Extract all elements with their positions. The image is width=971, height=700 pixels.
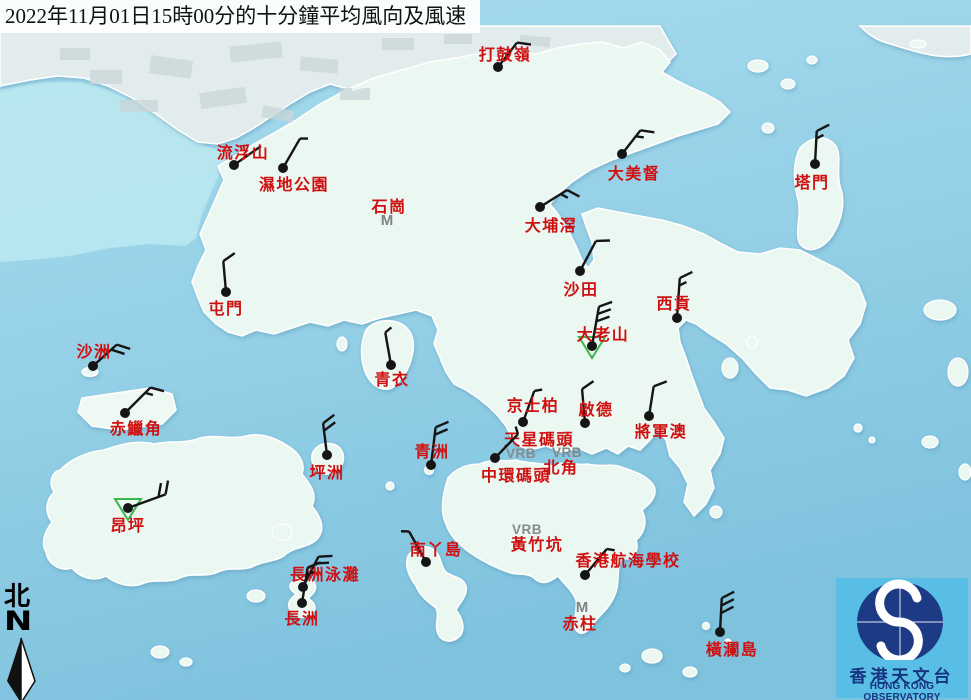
station-dot [322,450,332,460]
station-label: 赤柱 [562,614,597,633]
station-label: 西貢 [656,295,691,313]
station-label: 石崗 [370,197,406,216]
station-label: 青洲 [414,442,449,461]
station-label: 沙洲 [76,343,111,361]
station-label: 沙田 [563,281,598,299]
north-letter-label: N [4,610,59,634]
station-dot [426,460,436,470]
wind-barb-tick [534,390,542,391]
station-dot [672,313,682,323]
station-label: 赤鱲角 [110,419,163,438]
hko-typhoon-icon [836,578,968,660]
station-label: 啟德 [578,400,613,419]
station-label: 濕地公園 [259,175,329,194]
station-label: 大美督 [608,164,661,183]
station-label: 橫瀾島 [706,640,759,659]
station-dot [123,503,133,513]
station-label: 南丫島 [410,540,463,559]
hko-name-english: HONG KONG OBSERVATORY [836,681,968,700]
station-label: 坪洲 [309,464,344,482]
station-label: 塔門 [794,173,829,192]
station-label: 青衣 [374,370,409,389]
station-dot [810,159,820,169]
station-dot [617,149,627,159]
compass-needle-icon [4,636,44,700]
station-label: 長洲泳灘 [290,565,360,584]
station-label: 將軍澳 [635,422,688,441]
station-dot [490,453,500,463]
north-compass: 北 N [4,584,48,700]
station-dot [120,408,130,418]
station-label: 香港航海學校 [574,551,680,570]
station-dot [580,570,590,580]
station-label: 長洲 [284,610,319,628]
wind-barb-tick [636,136,644,137]
wind-map-screenshot: 打鼓嶺流浮山濕地公園 M 石崗 大美督 塔門大埔滘屯門 沙田西貢沙洲 大老山青衣赤鱲角 京士柏… [0,0,971,700]
station-dot [221,287,231,297]
hko-logo: 香港天文台 HONG KONG OBSERVATORY [836,578,968,698]
station-label: 京士柏 [507,396,560,415]
vrb-marker: VRB [552,445,582,460]
station-label: 大老山 [577,325,630,344]
station-label: 黃竹坑 [510,535,564,554]
station-label: 昂坪 [110,517,145,535]
wind-barb-tick [318,556,332,557]
station-dot [278,163,288,173]
station-dot [88,361,98,371]
station-dot [386,360,396,370]
station-dot [297,598,307,608]
station-dot [644,411,654,421]
station-dot [535,202,545,212]
station-dot [715,627,725,637]
station-dot [575,266,585,276]
map-title: 2022年11月01日15時00分的十分鐘平均風向及風速 [0,0,480,33]
station-label: 屯門 [208,299,243,318]
station-label: 中環碼頭 [481,466,551,485]
m-marker: M [576,599,589,616]
map-svg: 打鼓嶺流浮山濕地公園 M 石崗 大美督 塔門大埔滘屯門 沙田西貢沙洲 大老山青衣赤鱲角 京士柏… [0,0,971,700]
station-label: 打鼓嶺 [479,45,532,64]
wind-barb-tick [607,549,615,550]
station-label: 大埔滘 [525,216,578,235]
vrb-marker: VRB [512,522,542,537]
station-dot [580,418,590,428]
station-label: 流浮山 [217,143,270,162]
station-dot [518,417,528,427]
